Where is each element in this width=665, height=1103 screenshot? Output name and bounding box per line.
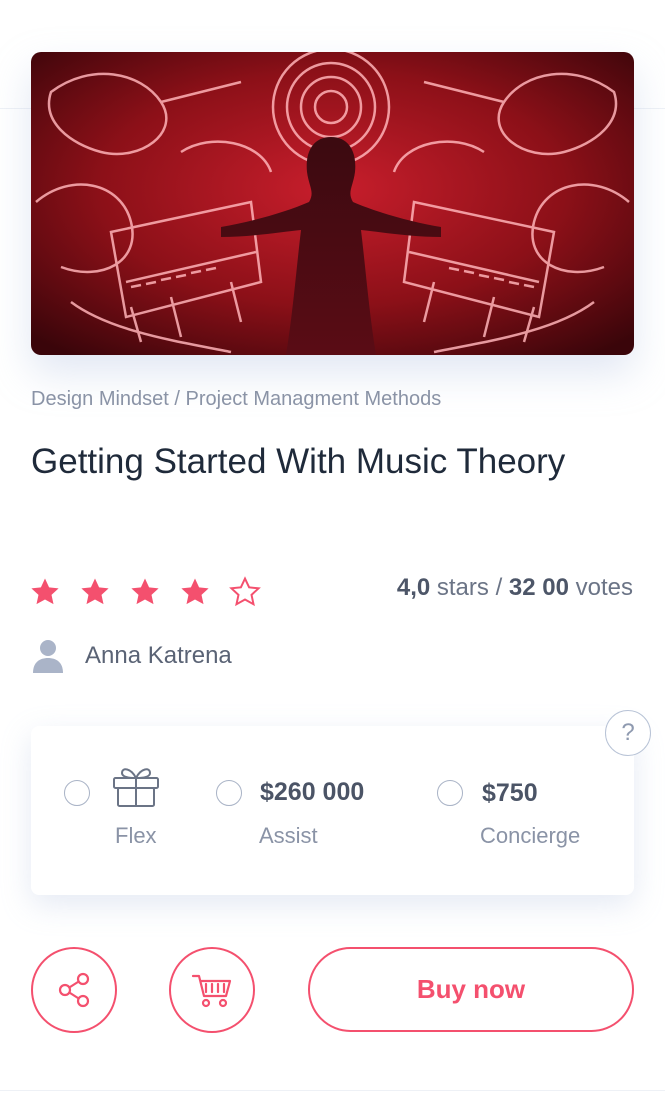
help-button[interactable]: ? bbox=[605, 710, 651, 756]
plan-concierge-radio[interactable] bbox=[437, 780, 463, 806]
footer-divider bbox=[0, 1090, 665, 1091]
share-button[interactable] bbox=[31, 947, 117, 1033]
plan-flex-label: Flex bbox=[115, 823, 157, 848]
star-filled-icon[interactable] bbox=[128, 575, 162, 609]
star-empty-icon[interactable] bbox=[228, 575, 262, 609]
cart-icon bbox=[191, 974, 232, 1008]
rating-score: 4,0 bbox=[396, 574, 431, 601]
star-filled-icon[interactable] bbox=[178, 575, 212, 609]
rating-votes: 32 00 bbox=[508, 574, 569, 601]
plan-assist-radio[interactable] bbox=[216, 780, 242, 806]
star-filled-icon[interactable] bbox=[78, 575, 112, 609]
plan-concierge-label: Concierge bbox=[480, 823, 581, 848]
user-icon bbox=[33, 640, 63, 673]
rating-votes-word: votes bbox=[568, 574, 633, 601]
course-title: Getting Started With Music Theory bbox=[31, 442, 566, 481]
plan-flex-radio[interactable] bbox=[64, 780, 90, 806]
breadcrumb[interactable]: Design Mindset / Project Managment Metho… bbox=[31, 388, 631, 411]
star-rating[interactable] bbox=[28, 575, 262, 609]
gift-icon bbox=[113, 768, 159, 807]
share-icon bbox=[58, 972, 90, 1008]
rating-summary: 4,0 stars / 32 00 votes bbox=[397, 574, 633, 602]
plan-selector: Flex $260 000 Assist $750 Concierge bbox=[31, 726, 634, 895]
course-cover-image bbox=[31, 52, 634, 355]
plan-concierge-price: $750 bbox=[482, 779, 538, 807]
plan-assist-label: Assist bbox=[259, 823, 318, 848]
author[interactable]: Anna Katrena bbox=[31, 638, 232, 674]
star-filled-icon[interactable] bbox=[28, 575, 62, 609]
buy-now-button[interactable]: Buy now bbox=[308, 947, 634, 1032]
rating-stars-word: stars / bbox=[430, 574, 509, 601]
author-name: Anna Katrena bbox=[85, 642, 232, 669]
add-to-cart-button[interactable] bbox=[169, 947, 255, 1033]
plan-assist-price: $260 000 bbox=[260, 778, 365, 806]
